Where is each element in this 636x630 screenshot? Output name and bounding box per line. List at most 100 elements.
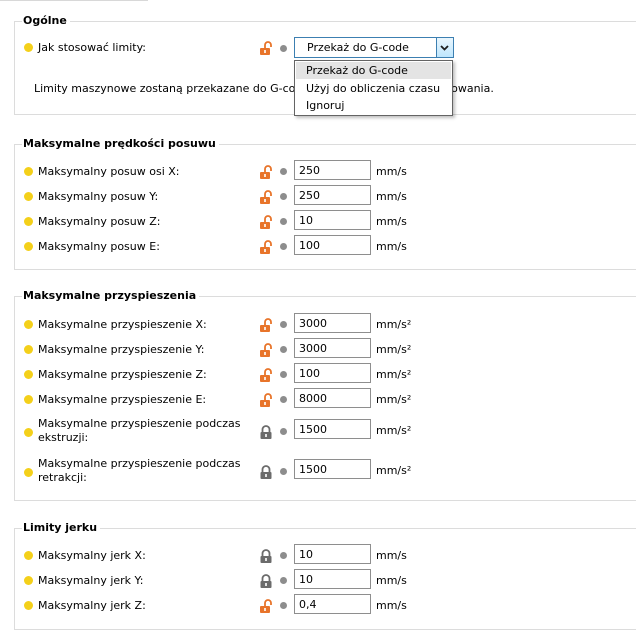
- unlocked-icon[interactable]: [259, 393, 273, 407]
- row-max-jerk-z: Maksymalny jerk Z: 0,4 mm/s: [0, 593, 636, 617]
- max-accel-extruding-field[interactable]: 1500: [294, 419, 371, 439]
- row-label-line1: Maksymalne przyspieszenie podczas: [38, 417, 241, 430]
- system-value-dot[interactable]: [280, 243, 287, 250]
- system-value-dot[interactable]: [280, 552, 287, 559]
- jerk-title: Limity jerku: [22, 521, 101, 534]
- unit-label: mm/s²: [376, 424, 412, 437]
- row-max-feedrate-y: Maksymalny posuw Y: 250 mm/s: [0, 184, 636, 208]
- lock-icon[interactable]: [259, 465, 273, 479]
- system-value-dot[interactable]: [280, 602, 287, 609]
- row-max-accel-y: Maksymalne przyspieszenie Y: 3000 mm/s²: [0, 337, 636, 361]
- modified-dot: [24, 395, 33, 404]
- option-time-estimate[interactable]: Użyj do obliczenia czasu: [296, 80, 451, 97]
- system-value-dot[interactable]: [280, 218, 287, 225]
- row-label: Maksymalne przyspieszenie X:: [38, 318, 207, 331]
- row-label: Maksymalne przyspieszenie E:: [38, 393, 207, 406]
- modified-dot: [24, 428, 33, 437]
- system-value-dot[interactable]: [280, 468, 287, 475]
- unlocked-icon[interactable]: [259, 215, 273, 229]
- system-value-dot[interactable]: [280, 45, 287, 52]
- row-label: Maksymalny posuw Y:: [38, 190, 159, 203]
- system-value-dot[interactable]: [280, 577, 287, 584]
- unlocked-icon[interactable]: [259, 318, 273, 332]
- system-value-dot[interactable]: [280, 428, 287, 435]
- unit-label: mm/s²: [376, 393, 412, 406]
- max-accel-x-field[interactable]: 3000: [294, 313, 371, 333]
- max-accel-z-field[interactable]: 100: [294, 363, 371, 383]
- row-max-jerk-y: Maksymalny jerk Y: 10 mm/s: [0, 568, 636, 592]
- lock-icon[interactable]: [259, 574, 273, 588]
- system-value-dot[interactable]: [280, 396, 287, 403]
- row-label: Jak stosować limity:: [38, 41, 146, 54]
- unit-label: mm/s: [376, 574, 407, 587]
- limits-mode-select[interactable]: Przekaż do G-code: [294, 37, 454, 58]
- modified-dot: [24, 576, 33, 585]
- selected-value: Przekaż do G-code: [307, 41, 409, 54]
- modified-dot: [24, 242, 33, 251]
- row-label: Maksymalne przyspieszenie Z:: [38, 368, 207, 381]
- modified-dot: [24, 43, 33, 52]
- accelerations-title: Maksymalne przyspieszenia: [22, 289, 200, 302]
- max-feedrate-z-field[interactable]: 10: [294, 210, 371, 230]
- system-value-dot[interactable]: [280, 346, 287, 353]
- lock-icon[interactable]: [259, 549, 273, 563]
- row-label-line2: ekstruzji:: [38, 431, 89, 444]
- row-max-jerk-x: Maksymalny jerk X: 10 mm/s: [0, 543, 636, 567]
- row-max-feedrate-e: Maksymalny posuw E: 100 mm/s: [0, 234, 636, 258]
- max-accel-retracting-field[interactable]: 1500: [294, 459, 371, 479]
- row-label: Maksymalny posuw osi X:: [38, 165, 180, 178]
- modified-dot: [24, 217, 33, 226]
- modified-dot: [24, 345, 33, 354]
- unit-label: mm/s: [376, 549, 407, 562]
- unit-label: mm/s²: [376, 464, 412, 477]
- max-feedrate-x-field[interactable]: 250: [294, 160, 371, 180]
- system-value-dot[interactable]: [280, 321, 287, 328]
- unlocked-icon[interactable]: [259, 599, 273, 613]
- system-value-dot[interactable]: [280, 371, 287, 378]
- general-title: Ogólne: [22, 14, 70, 27]
- row-label: Maksymalne przyspieszenie podczas retrakc…: [38, 457, 240, 485]
- max-jerk-x-field[interactable]: 10: [294, 544, 371, 564]
- max-feedrate-e-field[interactable]: 100: [294, 235, 371, 255]
- max-feedrate-y-field[interactable]: 250: [294, 185, 371, 205]
- top-divider: [0, 0, 148, 1]
- option-emit-to-gcode[interactable]: Przekaż do G-code: [296, 62, 451, 79]
- system-value-dot[interactable]: [280, 193, 287, 200]
- max-jerk-z-field[interactable]: 0,4: [294, 594, 371, 614]
- max-jerk-y-field[interactable]: 10: [294, 569, 371, 589]
- unlocked-icon[interactable]: [259, 41, 273, 55]
- unit-label: mm/s: [376, 599, 407, 612]
- unlocked-icon[interactable]: [259, 240, 273, 254]
- unit-label: mm/s: [376, 215, 407, 228]
- max-accel-y-field[interactable]: 3000: [294, 338, 371, 358]
- system-value-dot[interactable]: [280, 168, 287, 175]
- unit-label: mm/s²: [376, 318, 412, 331]
- row-label-line2: retrakcji:: [38, 471, 87, 484]
- unlocked-icon[interactable]: [259, 190, 273, 204]
- modified-dot: [24, 551, 33, 560]
- max-accel-e-field[interactable]: 8000: [294, 388, 371, 408]
- modified-dot: [24, 167, 33, 176]
- row-label: Maksymalny jerk Y:: [38, 574, 144, 587]
- feedrates-title: Maksymalne prędkości posuwu: [22, 137, 219, 150]
- unlocked-icon[interactable]: [259, 368, 273, 382]
- unlocked-icon[interactable]: [259, 343, 273, 357]
- unlocked-icon[interactable]: [259, 165, 273, 179]
- row-label: Maksymalny jerk X:: [38, 549, 146, 562]
- unit-label: mm/s²: [376, 343, 412, 356]
- row-max-accel-z: Maksymalne przyspieszenie Z: 100 mm/s²: [0, 362, 636, 386]
- modified-dot: [24, 192, 33, 201]
- modified-dot: [24, 601, 33, 610]
- row-label: Maksymalny posuw E:: [38, 240, 160, 253]
- chevron-down-icon: [440, 45, 449, 51]
- row-label: Maksymalne przyspieszenie podczas ekstruz…: [38, 417, 240, 445]
- modified-dot: [24, 370, 33, 379]
- limits-mode-dropdown-list: Przekaż do G-code Użyj do obliczenia cza…: [294, 60, 453, 116]
- row-max-accel-e: Maksymalne przyspieszenie E: 8000 mm/s²: [0, 387, 636, 411]
- dropdown-button[interactable]: [436, 38, 453, 57]
- row-max-accel-extruding: Maksymalne przyspieszenie podczas ekstruz…: [0, 416, 636, 448]
- row-label: Maksymalne przyspieszenie Y:: [38, 343, 205, 356]
- option-ignore[interactable]: Ignoruj: [296, 97, 451, 114]
- lock-icon[interactable]: [259, 425, 273, 439]
- row-max-accel-retracting: Maksymalne przyspieszenie podczas retrakc…: [0, 456, 636, 488]
